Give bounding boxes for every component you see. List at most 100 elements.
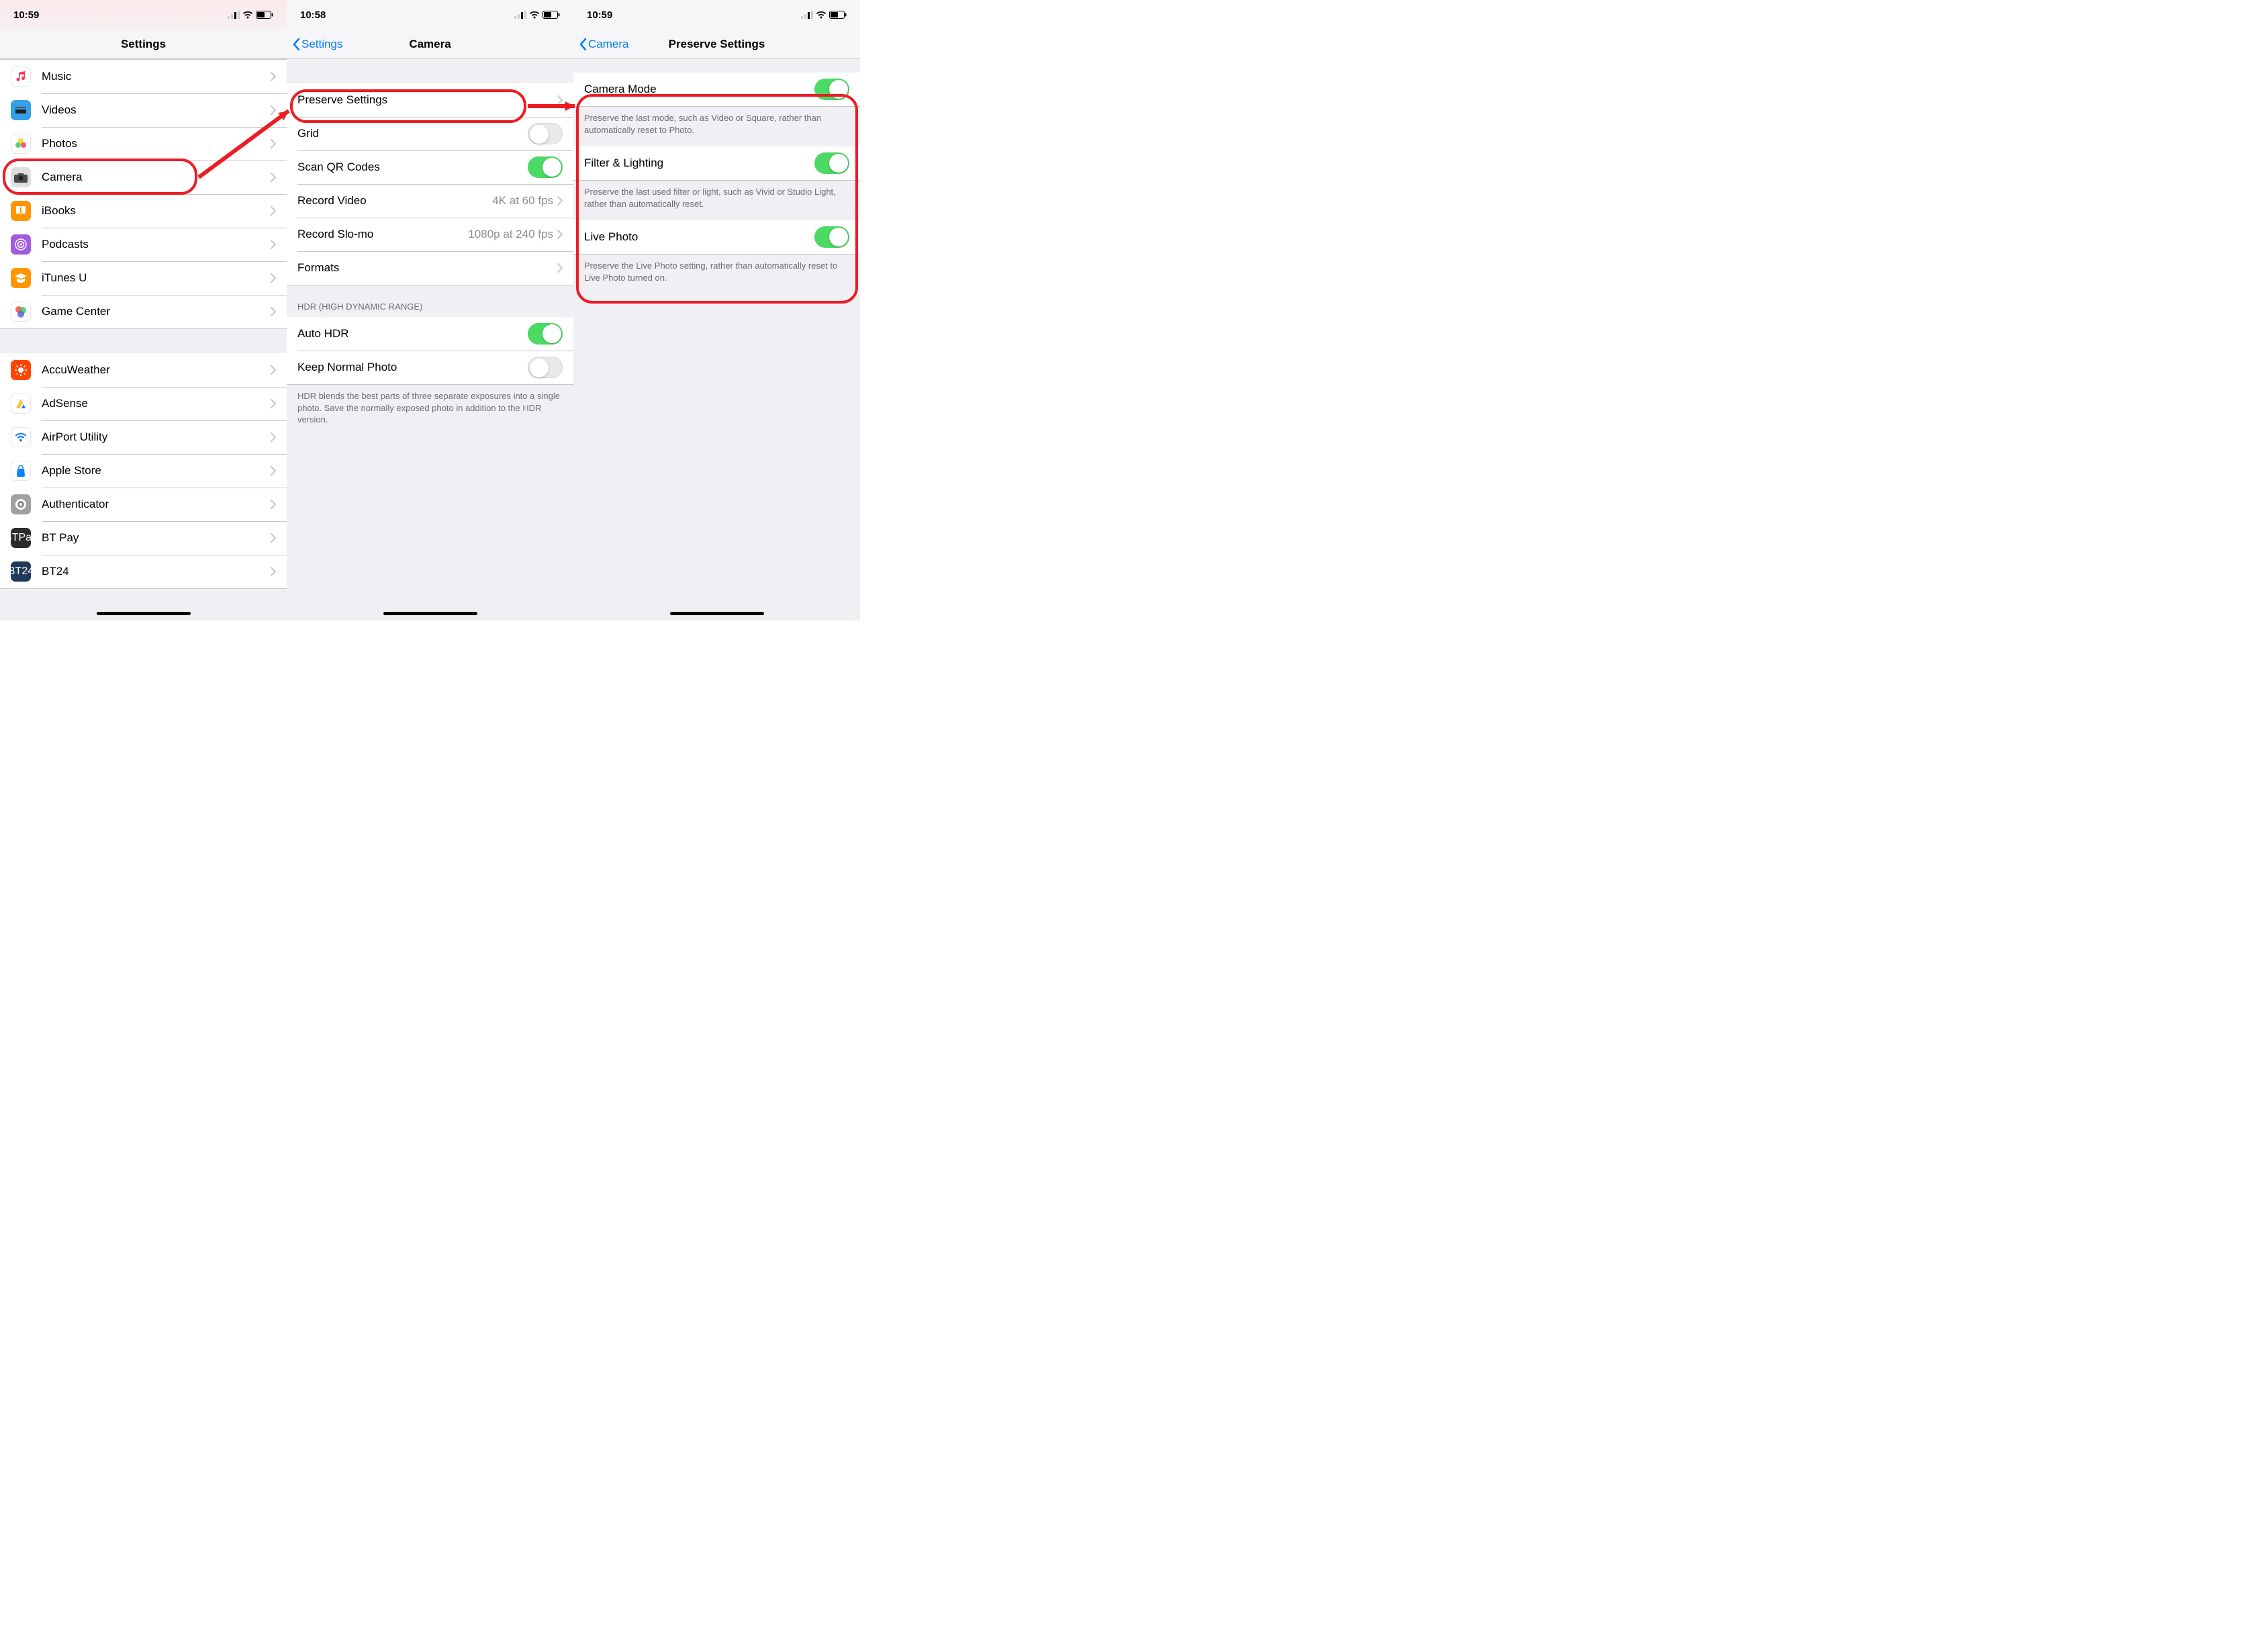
chevron-right-icon [557, 230, 563, 239]
cell-photos[interactable]: Photos [0, 127, 287, 161]
cell-detail: 4K at 60 fps [492, 194, 553, 208]
cell-live-photo[interactable]: Live Photo [573, 220, 860, 254]
adsense-icon [11, 394, 31, 414]
toggle-knob [829, 228, 848, 246]
back-button[interactable]: Camera [573, 38, 628, 51]
chevron-right-icon [271, 72, 276, 81]
status-bar: 10:59 [573, 0, 860, 30]
wifi-icon [816, 11, 826, 19]
cell-group: MusicVideosPhotosCameraiBooksPodcastsiTu… [0, 59, 287, 329]
btpay-icon: BTPay [11, 528, 31, 548]
applestore-icon [11, 461, 31, 481]
wifi-icon [529, 11, 540, 19]
nav-bar: SettingsCamera [287, 30, 573, 59]
status-icons [801, 11, 847, 19]
chevron-right-icon [271, 240, 276, 249]
chevron-left-icon [579, 38, 587, 51]
cell-auto-hdr[interactable]: Auto HDR [287, 317, 573, 351]
chevron-right-icon [271, 307, 276, 316]
content: Preserve Settings Grid Scan QR Codes Record… [287, 59, 573, 437]
chevron-right-icon [271, 139, 276, 148]
toggle[interactable] [528, 357, 563, 378]
chevron-right-icon [271, 399, 276, 408]
home-indicator [97, 612, 191, 615]
status-icons [228, 11, 273, 19]
toggle[interactable] [814, 152, 849, 174]
accuweather-icon [11, 360, 31, 380]
back-button[interactable]: Settings [287, 38, 342, 51]
cell-label: Apple Store [42, 464, 271, 478]
cell-detail: 1080p at 240 fps [468, 228, 553, 241]
cell-label: Auto HDR [297, 327, 528, 340]
cell-podcasts[interactable]: Podcasts [0, 228, 287, 261]
cell-bt-pay[interactable]: BTPayBT Pay [0, 521, 287, 555]
screen-2: 10:59CameraPreserve SettingsCamera ModeP… [573, 0, 860, 621]
cell-group: Live Photo [573, 220, 860, 255]
cell-label: Record Slo-mo [297, 228, 468, 241]
chevron-right-icon [271, 365, 276, 375]
toggle[interactable] [528, 156, 563, 178]
cell-music[interactable]: Music [0, 60, 287, 93]
cell-label: Grid [297, 127, 528, 140]
toggle[interactable] [528, 123, 563, 144]
cell-accuweather[interactable]: AccuWeather [0, 353, 287, 387]
toggle-knob [542, 158, 561, 177]
cell-group: Filter & Lighting [573, 146, 860, 181]
spacer [573, 59, 860, 73]
toggle[interactable] [814, 79, 849, 100]
cell-grid[interactable]: Grid [287, 117, 573, 150]
cell-formats[interactable]: Formats [287, 251, 573, 285]
cell-group: Preserve Settings Grid Scan QR Codes Record… [287, 83, 573, 285]
toggle[interactable] [814, 226, 849, 248]
airport-icon [11, 427, 31, 447]
cell-record-video[interactable]: Record Video4K at 60 fps [287, 184, 573, 218]
cell-label: Keep Normal Photo [297, 361, 528, 374]
status-time: 10:58 [300, 9, 326, 21]
nav-bar: Settings [0, 30, 287, 59]
back-label: Settings [301, 38, 342, 51]
gamecenter-icon [11, 302, 31, 322]
cell-camera-mode[interactable]: Camera Mode [573, 73, 860, 106]
cell-preserve-settings[interactable]: Preserve Settings [287, 83, 573, 117]
chevron-right-icon [271, 173, 276, 182]
page-title: Settings [0, 38, 287, 51]
cell-ibooks[interactable]: iBooks [0, 194, 287, 228]
cell-label: Scan QR Codes [297, 161, 528, 174]
bt24-icon: BT24 [11, 561, 31, 582]
chevron-right-icon [271, 567, 276, 576]
status-bar: 10:58 [287, 0, 573, 30]
cell-bt24[interactable]: BT24BT24 [0, 555, 287, 588]
toggle[interactable] [528, 323, 563, 345]
chevron-right-icon [271, 433, 276, 442]
cell-label: AccuWeather [42, 363, 271, 377]
photos-icon [11, 134, 31, 154]
chevron-right-icon [271, 466, 276, 475]
cell-adsense[interactable]: AdSense [0, 387, 287, 420]
cell-authenticator[interactable]: Authenticator [0, 488, 287, 521]
content: MusicVideosPhotosCameraiBooksPodcastsiTu… [0, 59, 287, 589]
cell-itunes-u[interactable]: iTunes U [0, 261, 287, 295]
itunesu-icon [11, 268, 31, 288]
cell-game-center[interactable]: Game Center [0, 295, 287, 328]
chevron-right-icon [271, 273, 276, 283]
group-footer: Preserve the last used filter or light, … [573, 181, 860, 220]
cell-label: Record Video [297, 194, 492, 208]
cell-group: Auto HDR Keep Normal Photo [287, 317, 573, 385]
cell-label: AdSense [42, 397, 271, 410]
cell-scan-qr-codes[interactable]: Scan QR Codes [287, 150, 573, 184]
chevron-left-icon [292, 38, 300, 51]
cell-airport-utility[interactable]: AirPort Utility [0, 420, 287, 454]
cell-filter-lighting[interactable]: Filter & Lighting [573, 146, 860, 180]
cell-camera[interactable]: Camera [0, 161, 287, 194]
cell-record-slo-mo[interactable]: Record Slo-mo1080p at 240 fps [287, 218, 573, 251]
cell-videos[interactable]: Videos [0, 93, 287, 127]
ibooks-icon [11, 201, 31, 221]
status-icons [514, 11, 560, 19]
camera-icon [11, 167, 31, 187]
cell-apple-store[interactable]: Apple Store [0, 454, 287, 488]
cell-label: Camera Mode [584, 83, 814, 96]
status-bar: 10:59 [0, 0, 287, 30]
toggle-knob [530, 125, 549, 144]
spacer [287, 59, 573, 83]
cell-keep-normal-photo[interactable]: Keep Normal Photo [287, 351, 573, 384]
